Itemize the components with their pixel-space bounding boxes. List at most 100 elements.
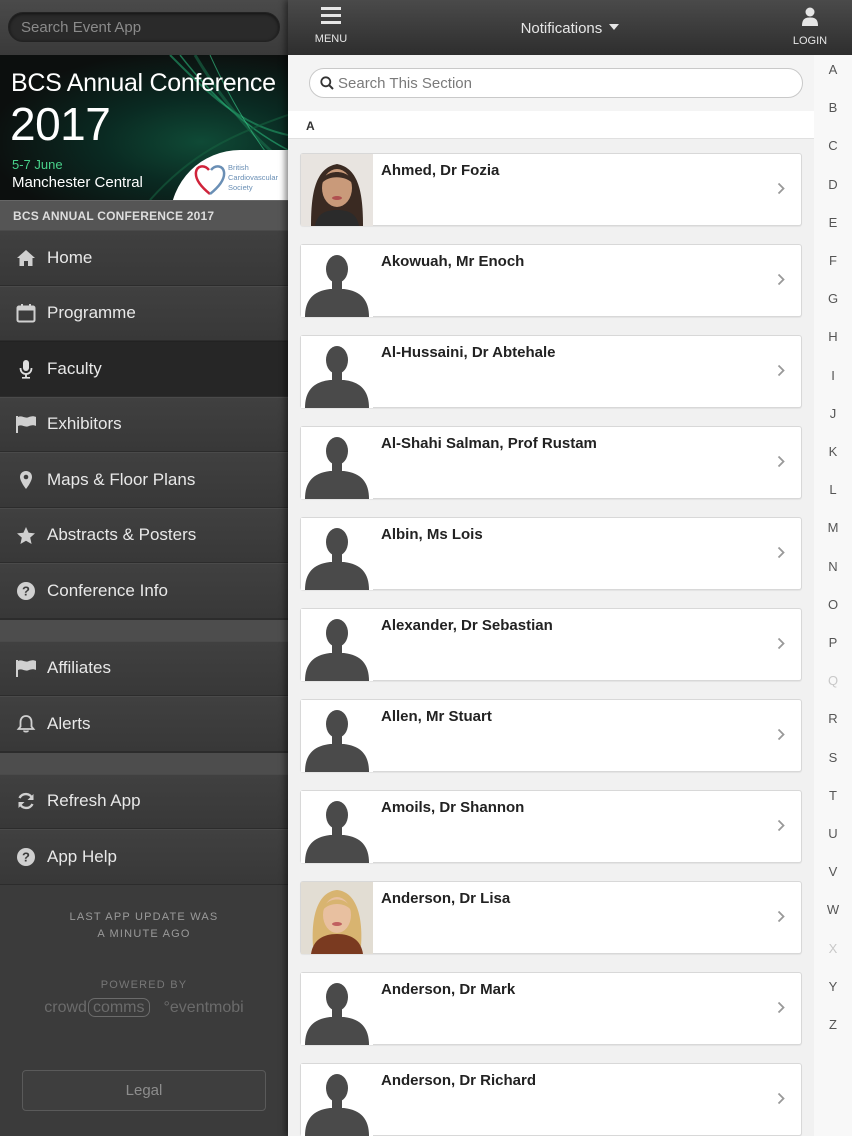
legal-button[interactable]: Legal xyxy=(22,1070,266,1111)
alphabet-index-letter[interactable]: Y xyxy=(814,979,852,994)
heart-logo-icon xyxy=(194,165,226,195)
sidebar-item-app-help[interactable]: ? App Help xyxy=(0,829,288,885)
faculty-list-item[interactable]: Al-Shahi Salman, Prof Rustam xyxy=(300,426,802,499)
avatar-placeholder xyxy=(301,609,373,681)
app-root: BCS Annual Conference 2017 5-7 June Manc… xyxy=(0,0,852,1136)
chevron-right-icon xyxy=(777,1092,785,1110)
notifications-title: Notifications xyxy=(520,20,603,37)
sidebar-item-home[interactable]: Home xyxy=(0,230,288,286)
alphabet-index-letter[interactable]: N xyxy=(814,559,852,574)
faculty-list-item[interactable]: Al-Hussaini, Dr Abtehale xyxy=(300,335,802,408)
sidebar-item-refresh-app[interactable]: Refresh App xyxy=(0,773,288,829)
bcs-logo-line: British xyxy=(228,163,249,172)
avatar-placeholder xyxy=(301,518,373,590)
sidebar-item-label: Abstracts & Posters xyxy=(47,525,197,545)
chevron-right-icon xyxy=(777,273,785,291)
alphabet-index-letter[interactable]: R xyxy=(814,711,852,726)
calendar-icon xyxy=(14,302,38,324)
sidebar-item-abstracts[interactable]: Abstracts & Posters xyxy=(0,507,288,563)
faculty-list-item[interactable]: Anderson, Dr Lisa xyxy=(300,881,802,954)
sidebar-item-label: Affiliates xyxy=(47,658,111,678)
sidebar-item-label: Maps & Floor Plans xyxy=(47,469,196,489)
crowdcomms-logo: crowd comms xyxy=(44,997,150,1017)
alphabet-index-letter[interactable]: P xyxy=(814,635,852,650)
sidebar-item-affiliates[interactable]: Affiliates xyxy=(0,640,288,696)
alphabet-index-letter[interactable]: L xyxy=(814,482,852,497)
login-button[interactable]: LOGIN xyxy=(788,7,832,47)
alphabet-index-letter[interactable]: W xyxy=(814,902,852,917)
alphabet-index-letter[interactable]: B xyxy=(814,100,852,115)
home-icon xyxy=(14,247,38,269)
sidebar-item-label: Refresh App xyxy=(47,791,141,811)
faculty-list-item[interactable]: Amoils, Dr Shannon xyxy=(300,790,802,863)
faculty-list-item[interactable]: Anderson, Dr Richard xyxy=(300,1063,802,1136)
alphabet-index-letter[interactable]: F xyxy=(814,253,852,268)
alphabet-index-letter[interactable]: V xyxy=(814,864,852,879)
section-search-input[interactable] xyxy=(309,68,803,98)
sidebar-item-programme[interactable]: Programme xyxy=(0,285,288,341)
user-icon xyxy=(802,7,818,26)
alphabet-index-letter[interactable]: D xyxy=(814,177,852,192)
alphabet-index-letter[interactable]: I xyxy=(814,368,852,383)
alphabet-index-letter[interactable]: G xyxy=(814,291,852,306)
banner-venue: Manchester Central xyxy=(12,174,143,191)
conference-banner: BCS Annual Conference 2017 5-7 June Manc… xyxy=(0,55,288,200)
svg-text:?: ? xyxy=(22,849,30,864)
alphabet-index-letter[interactable]: E xyxy=(814,215,852,230)
sidebar-search-input[interactable] xyxy=(8,12,280,42)
alphabet-index-letter[interactable]: C xyxy=(814,138,852,153)
alphabet-index-letter[interactable]: O xyxy=(814,597,852,612)
faculty-name: Alexander, Dr Sebastian xyxy=(381,617,553,634)
faculty-list-item[interactable]: Albin, Ms Lois xyxy=(300,517,802,590)
sidebar-divider xyxy=(0,751,288,774)
sidebar-item-faculty[interactable]: Faculty xyxy=(0,341,288,397)
alphabet-index-letter[interactable]: M xyxy=(814,520,852,535)
sidebar-section-header: BCS ANNUAL CONFERENCE 2017 xyxy=(0,200,288,230)
crowdcomms-logo-comms: comms xyxy=(87,997,150,1017)
sidebar-item-conference-info[interactable]: ? Conference Info xyxy=(0,563,288,619)
chevron-right-icon xyxy=(777,364,785,382)
notifications-dropdown[interactable]: Notifications xyxy=(288,20,852,37)
faculty-list-item[interactable]: Anderson, Dr Mark xyxy=(300,972,802,1045)
alphabet-index-letter[interactable]: T xyxy=(814,788,852,803)
alphabet-index-letter[interactable]: J xyxy=(814,406,852,421)
sidebar-item-label: Conference Info xyxy=(47,580,168,600)
faculty-list-item[interactable]: Akowuah, Mr Enoch xyxy=(300,244,802,317)
sidebar-item-label: Programme xyxy=(47,303,136,323)
question-circle-icon: ? xyxy=(14,846,38,868)
faculty-name: Al-Shahi Salman, Prof Rustam xyxy=(381,435,597,452)
search-icon xyxy=(320,76,334,90)
alphabet-index-letter[interactable]: H xyxy=(814,329,852,344)
chevron-right-icon xyxy=(777,910,785,928)
faculty-list-item[interactable]: Allen, Mr Stuart xyxy=(300,699,802,772)
banner-year: 2017 xyxy=(10,98,111,150)
bell-icon xyxy=(14,713,38,735)
chevron-right-icon xyxy=(777,728,785,746)
last-update-text: LAST APP UPDATE WAS A MINUTE AGO xyxy=(0,909,288,943)
alphabet-index-letter[interactable]: S xyxy=(814,750,852,765)
avatar-placeholder xyxy=(301,1064,373,1136)
map-pin-icon xyxy=(14,469,38,491)
banner-dates: 5-7 June xyxy=(12,157,63,172)
faculty-name: Anderson, Dr Richard xyxy=(381,1072,537,1089)
sidebar-item-label: Exhibitors xyxy=(47,414,122,434)
sidebar-item-maps[interactable]: Maps & Floor Plans xyxy=(0,452,288,508)
alphabet-index[interactable]: A B C D E F G H I J K L M N O P Q R S T U V W X Y Z xyxy=(814,55,852,1136)
faculty-name: Al-Hussaini, Dr Abtehale xyxy=(381,344,556,361)
alphabet-index-letter[interactable]: X xyxy=(814,941,852,956)
alphabet-index-letter[interactable]: Z xyxy=(814,1017,852,1032)
avatar xyxy=(301,882,373,954)
alphabet-index-letter[interactable]: A xyxy=(814,62,852,77)
main-panel: M E N U Notifications LOGIN A Ahmed, Dr Foz… xyxy=(288,0,852,1136)
alphabet-index-letter[interactable]: K xyxy=(814,444,852,459)
sidebar-item-alerts[interactable]: Alerts xyxy=(0,696,288,752)
sidebar-item-exhibitors[interactable]: Exhibitors xyxy=(0,396,288,452)
alphabet-index-letter[interactable]: U xyxy=(814,826,852,841)
faculty-list-item[interactable]: Ahmed, Dr Fozia xyxy=(300,153,802,226)
powered-by-label: POWERED BY xyxy=(100,978,188,991)
alphabet-index-letter[interactable]: Q xyxy=(814,673,852,688)
faculty-list-item[interactable]: Alexander, Dr Sebastian xyxy=(300,608,802,681)
bcs-logo-line: Society xyxy=(228,183,253,192)
crowdcomms-logo-crowd: crowd xyxy=(44,998,87,1016)
last-update-line: A MINUTE AGO xyxy=(97,927,191,940)
